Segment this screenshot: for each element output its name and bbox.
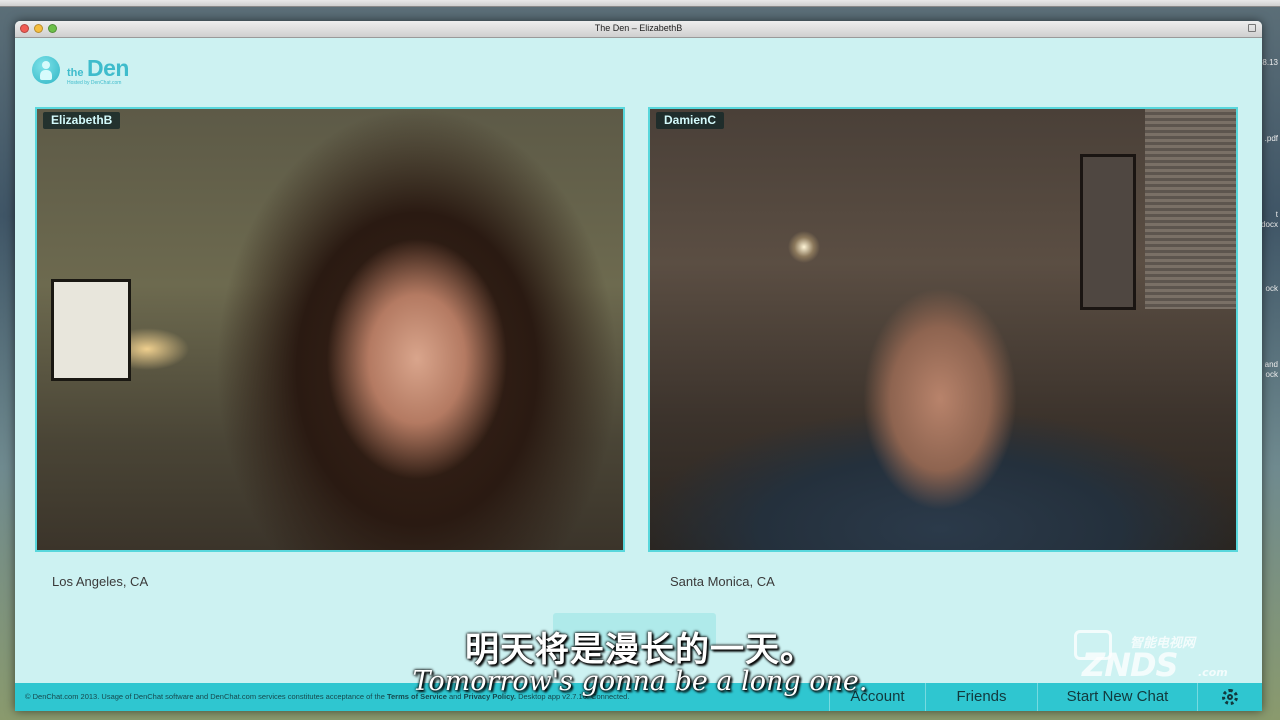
watermark-suffix: .com [1198,666,1228,679]
window-title: The Den – ElizabethB [594,23,683,33]
logo-subtitle: Hosted by DenChat.com [67,80,122,86]
video-feed-remote: DamienC [648,107,1238,552]
desktop-files: 8.13 .pdf t docx ock and ock [1261,58,1278,379]
app-window: The Den – ElizabethB the Den Hosted by D… [15,21,1262,711]
fullscreen-icon[interactable] [1248,24,1256,32]
logo-person-icon [32,56,60,84]
location-local: Los Angeles, CA [52,574,149,589]
logo-den-text: Den [87,55,129,81]
title-bar[interactable]: The Den – ElizabethB [15,21,1262,38]
system-menu-bar [0,0,1280,7]
name-tag-local: ElizabethB [43,112,121,129]
znds-watermark: 智能电视网 ZNDS .com [1070,620,1235,684]
the-den-logo: the Den Hosted by DenChat.com [32,55,152,90]
watermark-logo: ZNDS [1082,646,1179,684]
logo-the-text: the [67,67,84,79]
video-feed-local: ElizabethB [35,107,625,552]
name-tag-remote: DamienC [656,112,725,129]
location-remote: Santa Monica, CA [670,574,775,589]
